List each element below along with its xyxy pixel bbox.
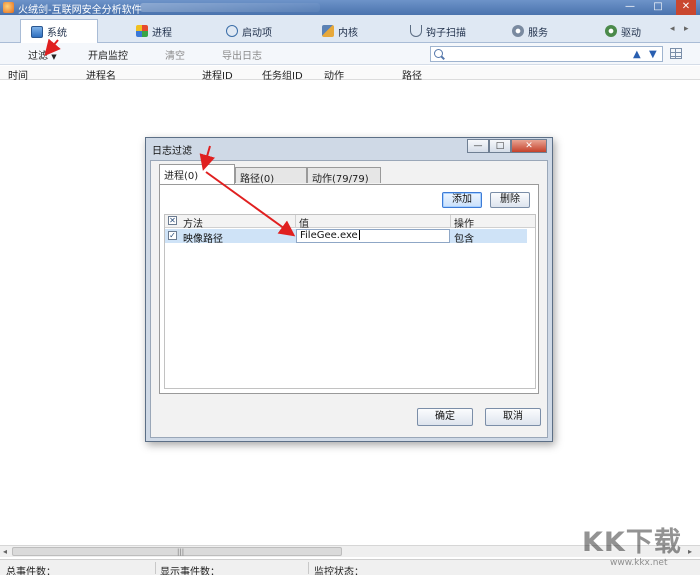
- total-events-label: 总事件数：: [6, 567, 56, 575]
- clear-button[interactable]: 清空: [165, 47, 185, 62]
- dialog-close-button[interactable]: ✕: [511, 139, 547, 153]
- tab-system[interactable]: 系统: [20, 19, 98, 43]
- chevron-down-icon: ▼: [51, 53, 57, 61]
- grid-header: ✕ 方法 值 操作: [165, 215, 535, 230]
- search-input[interactable]: [447, 48, 627, 60]
- rule-operation[interactable]: 包含: [454, 230, 474, 245]
- search-down-button[interactable]: ▼: [649, 49, 657, 60]
- tab-label: 服务: [528, 27, 548, 39]
- scroll-left-icon[interactable]: ◂: [3, 547, 7, 556]
- ok-button[interactable]: 确定: [417, 408, 473, 426]
- process-filter-panel: 添加 删除 ✕ 方法 值 操作 ✓ 映像路径 FileGee.exe 包含: [159, 184, 539, 394]
- export-log-button[interactable]: 导出日志: [222, 47, 262, 62]
- tab-startup[interactable]: 启动项: [226, 19, 272, 43]
- add-button[interactable]: 添加: [442, 192, 482, 208]
- tab-label: 驱动: [621, 27, 641, 39]
- maximize-button[interactable]: □: [648, 0, 668, 15]
- minimize-button[interactable]: —: [620, 0, 640, 15]
- watermark-brand: KK下载: [582, 527, 682, 558]
- tab-label: 进程: [152, 27, 172, 39]
- process-icon: [136, 25, 148, 37]
- status-divider: [155, 562, 156, 574]
- column-action[interactable]: 动作: [324, 67, 344, 82]
- title-bar: 火绒剑-互联网安全分析软件 — □ ✕: [0, 0, 700, 16]
- header-divider: [450, 215, 451, 228]
- grip-icon: |||: [177, 548, 185, 556]
- select-all-checkbox[interactable]: ✕: [168, 216, 177, 225]
- scrollbar-thumb[interactable]: |||: [12, 547, 342, 556]
- tab-hook-scan[interactable]: 钩子扫描: [410, 19, 466, 43]
- hook-icon: [410, 25, 422, 37]
- kernel-icon: [322, 25, 334, 37]
- close-button[interactable]: ✕: [676, 0, 696, 15]
- tab-path-filter[interactable]: 路径(0): [235, 167, 307, 185]
- startup-icon: [226, 25, 238, 37]
- dialog-minimize-button[interactable]: —: [467, 139, 489, 153]
- search-up-button[interactable]: ▲: [633, 49, 641, 60]
- shown-events-label: 显示事件数：: [160, 567, 220, 575]
- column-time[interactable]: 时间: [8, 67, 28, 82]
- tab-label: 内核: [338, 27, 358, 39]
- header-value[interactable]: 值: [299, 215, 309, 230]
- tab-process-filter[interactable]: 进程(0): [159, 164, 235, 184]
- monitor-icon: [31, 25, 43, 38]
- window-title: 火绒剑-互联网安全分析软件: [18, 5, 142, 16]
- search-box[interactable]: ▲ ▼: [430, 46, 663, 62]
- tab-action-filter[interactable]: 动作(79/79): [307, 167, 381, 185]
- start-monitor-button[interactable]: 开启监控: [88, 47, 128, 62]
- app-logo-icon: [3, 2, 14, 13]
- watermark: KK下载 www.kkx.net: [582, 520, 694, 570]
- rule-method: 映像路径: [183, 234, 223, 245]
- filter-rule-grid: ✕ 方法 值 操作 ✓ 映像路径 FileGee.exe 包含: [164, 214, 536, 389]
- main-tab-bar: 系统 进程 启动项 内核 钩子扫描 服务 驱动 ◂ ▸: [0, 15, 700, 43]
- toolbar: 过滤 ▼ 开启监控 清空 导出日志 ▲ ▼: [0, 43, 700, 65]
- header-divider: [295, 215, 296, 228]
- column-process-id[interactable]: 进程ID: [202, 67, 233, 82]
- cancel-button[interactable]: 取消: [485, 408, 541, 426]
- filter-button[interactable]: 过滤 ▼: [28, 47, 57, 62]
- watermark-url: www.kkx.net: [610, 558, 668, 568]
- header-method[interactable]: 方法: [183, 215, 203, 230]
- event-table-header: 时间 进程名 进程ID 任务组ID 动作 路径: [0, 66, 700, 82]
- rule-enabled-checkbox[interactable]: ✓: [168, 231, 177, 240]
- filter-rule-row[interactable]: ✓ 映像路径 FileGee.exe 包含: [165, 229, 527, 245]
- tab-scroll-right-icon[interactable]: ▸: [684, 24, 689, 34]
- header-operation[interactable]: 操作: [454, 215, 474, 230]
- dialog-window-controls: — □ ✕: [467, 139, 547, 153]
- tab-driver[interactable]: 驱动: [605, 19, 641, 43]
- log-filter-dialog: 日志过滤 — □ ✕ 进程(0) 路径(0) 动作(79/79) 添加 删除 ✕…: [145, 137, 553, 442]
- service-icon: [512, 25, 524, 37]
- search-icon: [434, 49, 443, 58]
- rule-value-input[interactable]: FileGee.exe: [296, 229, 450, 243]
- filter-label: 过滤: [28, 51, 48, 62]
- tab-label: 钩子扫描: [426, 27, 466, 39]
- rule-value-text: FileGee.exe: [300, 230, 360, 241]
- rule-value: FileGee.exe: [300, 230, 358, 241]
- tab-label: 启动项: [242, 27, 272, 39]
- dialog-title: 日志过滤: [152, 146, 192, 157]
- column-settings-icon[interactable]: [670, 48, 682, 59]
- tab-scroll-left-icon[interactable]: ◂: [670, 24, 675, 34]
- tab-service[interactable]: 服务: [512, 19, 548, 43]
- tab-kernel[interactable]: 内核: [322, 19, 358, 43]
- column-process-name[interactable]: 进程名: [86, 67, 116, 82]
- delete-button[interactable]: 删除: [490, 192, 530, 208]
- dialog-body: 进程(0) 路径(0) 动作(79/79) 添加 删除 ✕ 方法 值 操作 ✓ …: [150, 160, 548, 438]
- text-caret: [358, 230, 360, 240]
- monitor-status-label: 监控状态：: [314, 567, 364, 575]
- column-path[interactable]: 路径: [402, 67, 422, 82]
- blurred-title-area: [140, 3, 320, 12]
- column-task-group-id[interactable]: 任务组ID: [262, 67, 303, 82]
- status-divider: [308, 562, 309, 574]
- dialog-maximize-button[interactable]: □: [489, 139, 511, 153]
- tab-process[interactable]: 进程: [136, 19, 172, 43]
- driver-icon: [605, 25, 617, 37]
- tab-label: 系统: [47, 28, 67, 39]
